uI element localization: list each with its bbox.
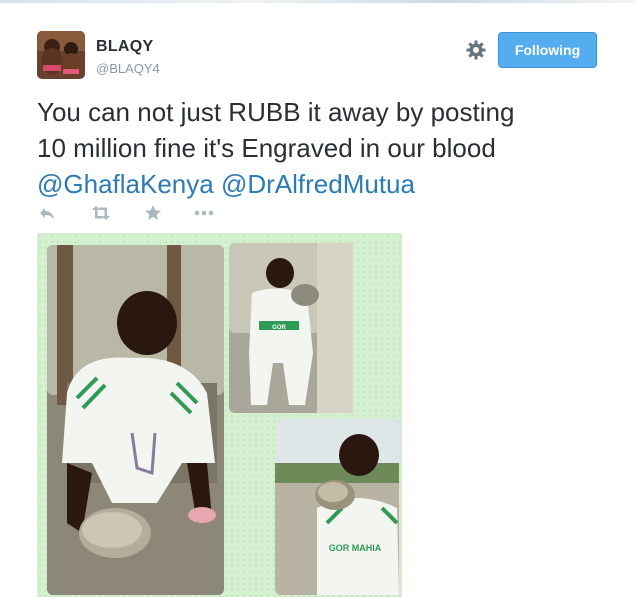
favorite-icon[interactable] (143, 203, 165, 223)
following-button[interactable]: Following (498, 32, 597, 68)
tweet-line-2: 10 million fine it's Engraved in our blo… (37, 133, 496, 163)
retweet-icon[interactable] (90, 203, 112, 223)
gear-icon[interactable] (465, 39, 487, 61)
user-handle[interactable]: @BLAQY4 (96, 61, 160, 76)
tweet-mentions: @GhaflaKenya @DrAlfredMutua (37, 166, 617, 202)
jersey-text: GOR MAHIA (329, 543, 382, 553)
reply-icon[interactable] (37, 203, 59, 223)
tweet-text: You can not just RUBB it away by posting… (37, 94, 617, 202)
mention-dralfredmutua[interactable]: @DrAlfredMutua (221, 169, 415, 199)
user-name[interactable]: BLAQY (96, 38, 154, 56)
tweet-photo[interactable]: GOR GOR MAHIA (37, 233, 402, 597)
mention-ghaflakenya[interactable]: @GhaflaKenya (37, 169, 214, 199)
avatar[interactable] (37, 31, 85, 79)
photo-panel-top-right: GOR (229, 243, 353, 413)
top-strip (0, 0, 637, 3)
tweet-line-1: You can not just RUBB it away by posting (37, 97, 515, 127)
more-icon[interactable] (192, 203, 214, 223)
jersey-text-top: GOR (272, 325, 286, 331)
photo-panel-bottom-right: GOR MAHIA (275, 419, 399, 595)
photo-panel-left (47, 245, 224, 595)
